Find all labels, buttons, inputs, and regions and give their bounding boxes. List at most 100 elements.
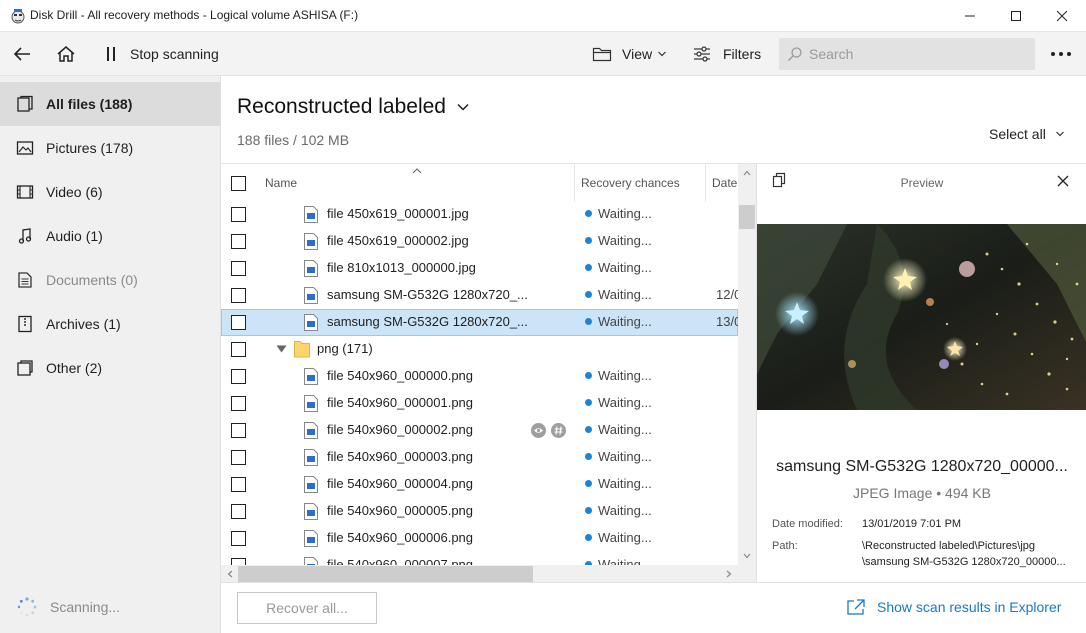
- row-checkbox[interactable]: [231, 234, 246, 249]
- row-checkbox[interactable]: [231, 369, 246, 384]
- files-icon: [16, 95, 34, 113]
- view-button[interactable]: View: [592, 32, 667, 76]
- list-item[interactable]: file 450x619_000001.jpg Waiting...: [221, 201, 738, 228]
- preview-filename: samsung SM-G532G 1280x720_00000...: [776, 458, 1068, 475]
- header-recovery-chances[interactable]: Recovery chances: [575, 164, 706, 202]
- sidebar-item-label: All files (188): [46, 96, 133, 112]
- list-item[interactable]: file 540x960_000000.png Waiting...: [221, 363, 738, 390]
- row-checkbox[interactable]: [231, 396, 246, 411]
- eye-icon[interactable]: [531, 423, 546, 438]
- sidebar-item-all-files[interactable]: All files (188): [0, 82, 220, 126]
- preview-filetype: JPEG Image • 494 KB: [853, 485, 991, 501]
- folder-row[interactable]: png (171): [221, 336, 738, 363]
- scroll-right-icon[interactable]: [726, 570, 732, 578]
- select-all-checkbox[interactable]: [231, 175, 246, 191]
- recovery-status: Waiting...: [585, 449, 652, 464]
- page-title[interactable]: Reconstructed labeled: [237, 95, 470, 119]
- hash-icon[interactable]: [551, 423, 566, 438]
- image-file-icon: [304, 503, 318, 520]
- maximize-icon: [1011, 11, 1021, 21]
- close-icon: [1056, 10, 1068, 22]
- app-icon: [11, 9, 25, 24]
- footer: Recover all... Show scan results in Expl…: [221, 582, 1086, 633]
- list-item[interactable]: file 540x960_000004.png Waiting...: [221, 471, 738, 498]
- sidebar-item-video[interactable]: Video (6): [0, 170, 220, 214]
- list-item[interactable]: file 540x960_000005.png Waiting...: [221, 498, 738, 525]
- row-checkbox[interactable]: [231, 342, 246, 357]
- more-options-button[interactable]: [1050, 32, 1074, 76]
- file-name: file 540x960_000003.png: [327, 449, 474, 464]
- status-dot: [585, 480, 592, 487]
- spinner-icon: [17, 597, 37, 617]
- row-checkbox[interactable]: [231, 531, 246, 546]
- scroll-down-icon[interactable]: [743, 553, 751, 559]
- recovery-status: Waiting...: [585, 476, 652, 491]
- chevron-down-icon: [658, 51, 667, 57]
- list-item[interactable]: file 540x960_000006.png Waiting...: [221, 525, 738, 552]
- scroll-up-icon[interactable]: [743, 170, 751, 176]
- list-item[interactable]: file 540x960_000003.png Waiting...: [221, 444, 738, 471]
- status-dot: [585, 264, 592, 271]
- scanning-label: Scanning...: [50, 599, 121, 615]
- search-box[interactable]: [779, 38, 1035, 70]
- archive-icon: [16, 315, 34, 333]
- view-label: View: [622, 46, 653, 62]
- show-in-explorer-link[interactable]: Show scan results in Explorer: [846, 598, 1061, 616]
- sidebar-item-audio[interactable]: Audio (1): [0, 214, 220, 258]
- close-button[interactable]: [1039, 0, 1085, 32]
- select-all-dropdown[interactable]: Select all: [989, 126, 1065, 142]
- row-checkbox[interactable]: [231, 315, 246, 330]
- image-file-icon: [304, 368, 318, 385]
- list-item[interactable]: samsung SM-G532G 1280x720_... Waiting...…: [221, 282, 741, 309]
- row-checkbox[interactable]: [231, 504, 246, 519]
- file-name: file 810x1013_000000.jpg: [327, 260, 476, 275]
- sidebar-item-documents[interactable]: Documents (0): [0, 258, 220, 302]
- back-button[interactable]: [12, 32, 34, 76]
- vertical-scrollbar[interactable]: [738, 164, 756, 582]
- row-checkbox[interactable]: [231, 477, 246, 492]
- recovery-status: Waiting...: [585, 422, 652, 437]
- filters-button[interactable]: Filters: [692, 32, 761, 76]
- sidebar-item-pictures[interactable]: Pictures (178): [0, 126, 220, 170]
- collapse-triangle-icon[interactable]: [276, 345, 287, 353]
- header-name[interactable]: Name: [259, 164, 575, 202]
- list-item[interactable]: file 540x960_000002.png Waiting...: [221, 417, 738, 444]
- row-checkbox[interactable]: [231, 288, 246, 303]
- row-checkbox[interactable]: [231, 207, 246, 222]
- sidebar-item-other[interactable]: Other (2): [0, 346, 220, 390]
- status-label: Waiting...: [598, 233, 652, 248]
- list-item[interactable]: file 450x619_000002.jpg Waiting...: [221, 228, 738, 255]
- path-label: Path:: [772, 540, 798, 552]
- toolbar: Stop scanning View Filters: [0, 32, 1086, 76]
- sidebar-item-label: Archives (1): [46, 316, 121, 332]
- recovery-status: Waiting...: [585, 530, 652, 545]
- minimize-button[interactable]: [947, 0, 993, 32]
- sidebar-item-label: Audio (1): [46, 228, 103, 244]
- stop-scanning-button[interactable]: Stop scanning: [104, 32, 219, 76]
- row-checkbox[interactable]: [231, 423, 246, 438]
- sidebar-item-archives[interactable]: Archives (1): [0, 302, 220, 346]
- horizontal-scrollbar[interactable]: [221, 565, 738, 582]
- image-file-icon: [304, 206, 318, 223]
- scroll-thumb[interactable]: [238, 566, 533, 582]
- home-button[interactable]: [56, 32, 78, 76]
- date-modified-label: Date modified:: [772, 518, 843, 530]
- maximize-button[interactable]: [993, 0, 1039, 32]
- sidebar: All files (188) Pictures (178) Video (6)…: [0, 76, 221, 633]
- recovery-status: Waiting...: [585, 287, 652, 302]
- close-preview-icon[interactable]: [1057, 175, 1069, 187]
- row-checkbox[interactable]: [231, 261, 246, 276]
- image-file-icon: [304, 449, 318, 466]
- row-checkbox[interactable]: [231, 450, 246, 465]
- status-label: Waiting...: [598, 422, 652, 437]
- page-title-text: Reconstructed labeled: [237, 95, 446, 118]
- file-name: samsung SM-G532G 1280x720_...: [327, 314, 528, 329]
- list-item[interactable]: file 810x1013_000000.jpg Waiting...: [221, 255, 738, 282]
- scroll-thumb[interactable]: [739, 205, 755, 229]
- search-input[interactable]: [809, 46, 1029, 62]
- list-item-selected[interactable]: samsung SM-G532G 1280x720_... Waiting...…: [221, 309, 741, 336]
- chevron-down-icon: [457, 103, 469, 111]
- list-item[interactable]: file 540x960_000001.png Waiting...: [221, 390, 738, 417]
- scroll-left-icon[interactable]: [227, 570, 233, 578]
- recover-all-button[interactable]: Recover all...: [237, 592, 377, 624]
